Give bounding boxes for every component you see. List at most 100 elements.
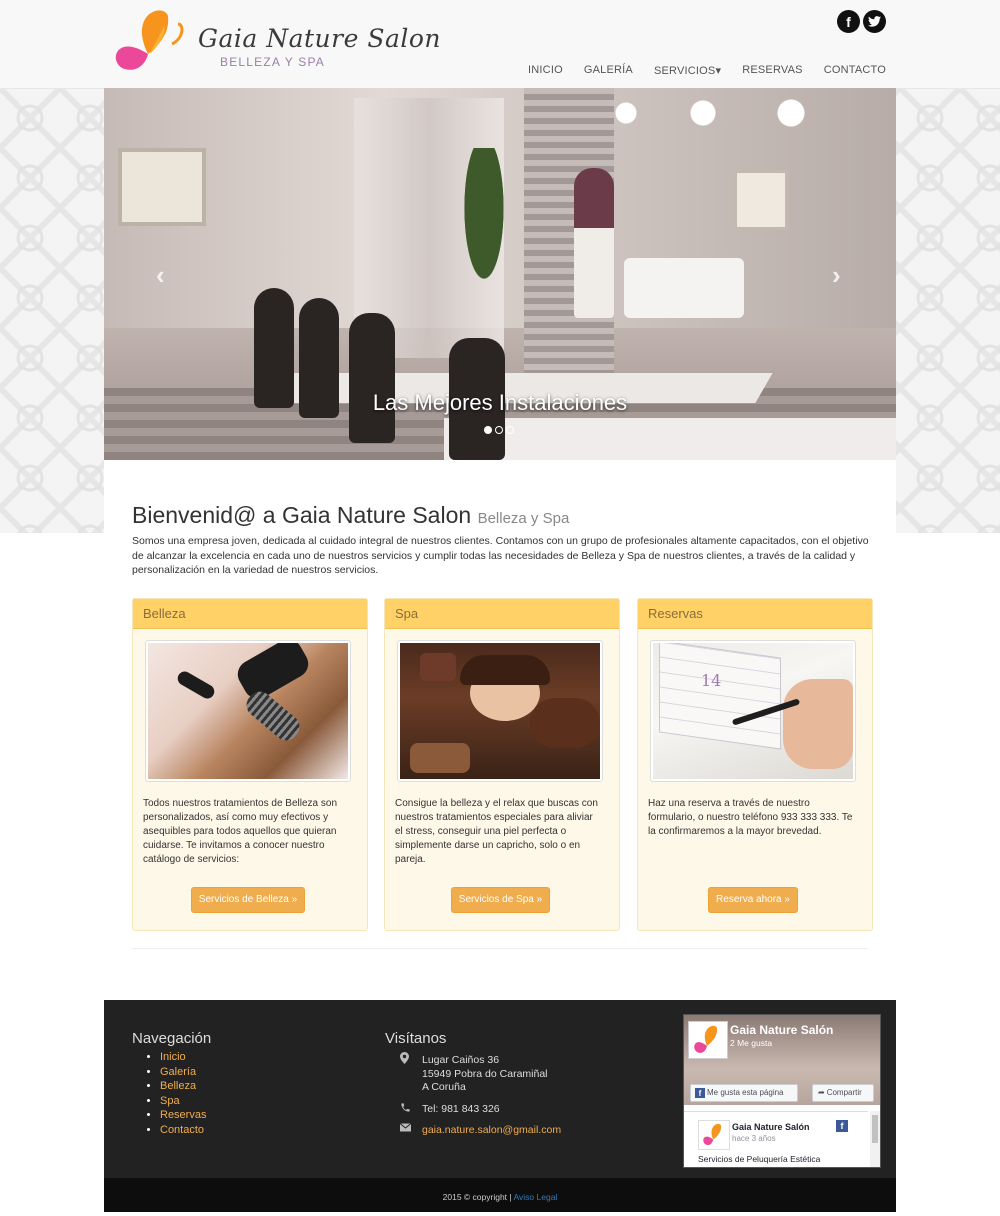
facebook-page-name[interactable]: Gaia Nature Salón [730,1023,833,1037]
carousel: ‹ › Las Mejores Instalaciones [104,88,896,460]
footer-link-contacto[interactable]: Contacto [160,1123,206,1138]
brush-handle [175,668,217,702]
facebook-share-label: Compartir [826,1088,862,1097]
nav-servicios-label: SERVICIOS [653,65,716,77]
address-line: 15949 Pobra do Caramiñal [422,1067,548,1080]
counter-front [444,418,896,460]
belleza-image [145,640,351,782]
reservas-image: 14 [650,640,856,782]
spa-bowls [410,743,470,773]
nav-galeria[interactable]: GALERÍA [584,64,633,77]
logo[interactable]: Gaia Nature Salon BELLEZA Y SPA [108,4,441,76]
chair [349,313,395,443]
belleza-services-button[interactable]: Servicios de Belleza » [191,887,305,913]
reserve-now-button[interactable]: Reserva ahora » [708,887,798,913]
share-icon: ➦ [818,1088,825,1097]
facebook-post-time[interactable]: hace 3 años [732,1134,776,1143]
footer-nav-title: Navegación [132,1030,212,1047]
panel-reservas: Reservas 14 Haz una reserva a través de … [637,598,873,931]
panel-spa: Spa Consigue la belleza y el relax que b… [384,598,620,931]
wall-frame-right [734,170,788,230]
facebook-post: Gaia Nature Salón hace 3 años f Servicio… [684,1111,868,1167]
stylist-figure [574,168,614,318]
round-brush [241,686,305,746]
envelope-icon [399,1123,412,1135]
woman-hair [460,655,550,685]
footer-link-reservas[interactable]: Reservas [160,1108,206,1123]
page-title-small: Belleza y Spa [477,510,570,527]
carousel-indicator[interactable] [484,426,492,434]
ceiling-lamps [604,98,824,128]
facebook-like-button[interactable]: f Me gusta esta página [690,1084,798,1102]
address: Lugar Caiños 36 15949 Pobra do Caramiñal… [422,1054,548,1095]
copyright-bar: 2015 © copyright | Aviso Legal [104,1178,896,1212]
panel-title: Spa [385,599,619,629]
facebook-widget: Gaia Nature Salón 2 Me gusta f Me gusta e… [683,1014,881,1168]
facebook-post-logo[interactable] [698,1120,730,1150]
brand-title: Gaia Nature Salon [198,24,442,53]
carousel-indicator[interactable] [495,426,503,434]
spa-image [397,640,603,782]
facebook-icon[interactable]: f [837,10,860,33]
address-line: Lugar Caiños 36 [422,1054,500,1066]
address-line: A Coruña [422,1081,466,1093]
map-marker-icon [400,1052,409,1067]
carousel-indicator[interactable] [506,426,514,434]
copyright-text: 2015 © copyright | [442,1192,512,1202]
nav-reservas[interactable]: RESERVAS [742,64,803,77]
carousel-indicators [484,426,514,434]
facebook-post-text: Servicios de Peluquería Estética [698,1154,821,1164]
email-link[interactable]: gaia.nature.salon@gmail.com [422,1124,561,1138]
towels [420,653,456,681]
facebook-cover: Gaia Nature Salón 2 Me gusta f Me gusta e… [684,1015,880,1105]
facebook-likes: 2 Me gusta [730,1038,773,1048]
spa-services-button[interactable]: Servicios de Spa » [451,887,550,913]
facebook-f-icon: f [695,1088,705,1098]
caret-down-icon: ▾ [715,65,722,77]
calendar-date: 14 [701,671,722,690]
facebook-post-author[interactable]: Gaia Nature Salón [732,1122,810,1132]
twitter-icon[interactable] [863,10,886,33]
footer-visit-title: Visítanos [385,1030,447,1047]
facebook-share-button[interactable]: ➦ Compartir [812,1084,874,1102]
carousel-next-icon[interactable]: › [832,260,841,291]
calendar-page [659,643,781,750]
footer-nav-list: Inicio Galería Belleza Spa Reservas Cont… [132,1050,206,1137]
carousel-caption: Las Mejores Instalaciones [372,390,628,415]
panel-text: Todos nuestros tratamientos de Belleza s… [143,798,337,865]
scrollbar-thumb[interactable] [872,1115,878,1143]
hand [783,679,853,769]
chocolate-wrap [530,698,600,748]
footer: Navegación Inicio Galería Belleza Spa Re… [104,1000,896,1178]
nav-servicios[interactable]: SERVICIOS▾ [654,64,721,77]
nav-contacto[interactable]: CONTACTO [824,64,886,77]
panel-title: Reservas [638,599,872,629]
panel-text: Consigue la belleza y el relax que busca… [395,798,598,865]
footer-link-inicio[interactable]: Inicio [160,1050,206,1065]
main-container: ‹ › Las Mejores Instalaciones Bienvenid@… [104,88,896,1212]
carousel-prev-icon[interactable]: ‹ [156,260,165,291]
footer-link-spa[interactable]: Spa [160,1094,206,1109]
facebook-page-logo[interactable] [688,1021,728,1059]
phone-icon [400,1102,411,1116]
top-navbar: Gaia Nature Salon BELLEZA Y SPA f INICIO… [0,0,1000,89]
panel-belleza: Belleza Todos nuestros tratamientos de B… [132,598,368,931]
footer-link-belleza[interactable]: Belleza [160,1079,206,1094]
page-title: Bienvenid@ a Gaia Nature Salon Belleza y… [132,502,569,529]
footer-link-galeria[interactable]: Galería [160,1065,206,1080]
brand-subtitle: BELLEZA Y SPA [220,55,325,69]
facebook-logo-icon: f [836,1120,848,1132]
panel-title: Belleza [133,599,367,629]
nav-inicio[interactable]: INICIO [528,64,563,77]
main-nav: INICIO GALERÍA SERVICIOS▾ RESERVAS CONTA… [507,64,886,77]
divider [132,948,868,949]
intro-text: Somos una empresa joven, dedicada al cui… [132,535,869,576]
phone-text: Tel: 981 843 326 [422,1103,500,1115]
wall-frame [118,148,206,226]
plant [459,148,509,298]
legal-notice-link[interactable]: Aviso Legal [514,1192,558,1202]
salon-chair [624,258,744,318]
facebook-scrollbar[interactable] [870,1111,880,1167]
hair-dryer [232,643,314,704]
facebook-like-label: Me gusta esta página [707,1088,784,1097]
